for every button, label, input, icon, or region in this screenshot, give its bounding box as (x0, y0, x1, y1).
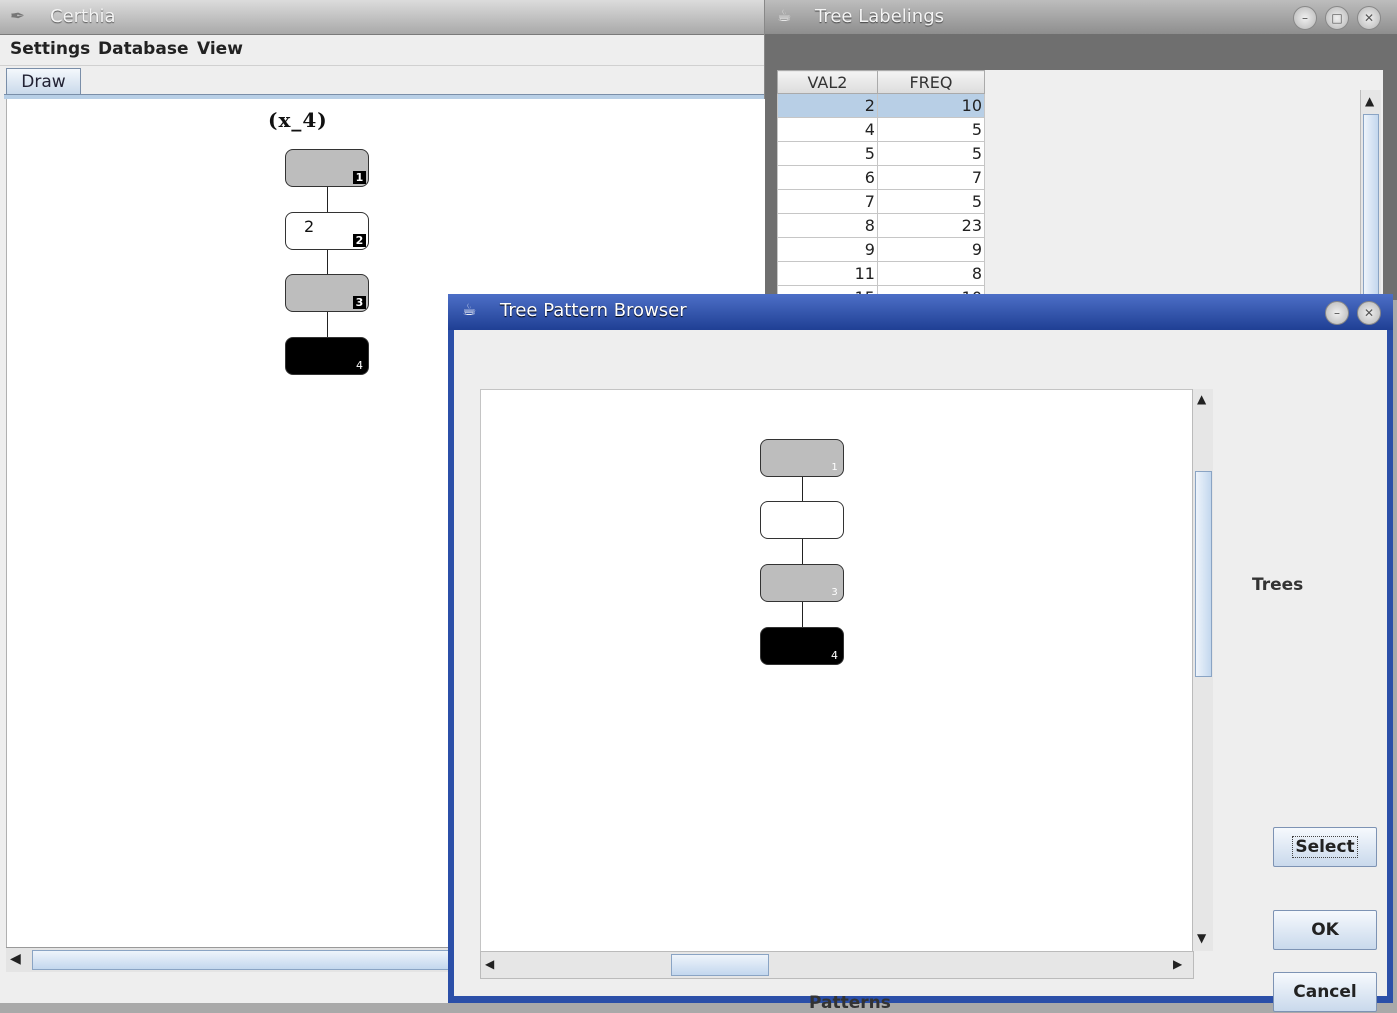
tree-edge (327, 187, 328, 212)
node-badge: 1 (831, 462, 838, 473)
menu-database[interactable]: Database (98, 39, 188, 59)
vertical-scrollbar[interactable]: ▲ (1360, 90, 1381, 302)
table-row[interactable]: 2 10 (777, 93, 986, 118)
trees-label: Trees (1252, 575, 1304, 595)
tree-pattern-browser-dialog: ☕ Tree Pattern Browser – ✕ 1 3 4 ▲ ▼ ◀ ▶… (448, 294, 1393, 1013)
table-cell: 7 (876, 165, 986, 190)
close-icon[interactable]: ✕ (1357, 301, 1381, 325)
window-title: Tree Pattern Browser (500, 300, 687, 321)
table-cell: 5 (777, 141, 878, 166)
table-cell: 23 (876, 213, 986, 238)
scroll-left-icon[interactable]: ◀ (10, 951, 21, 967)
table-cell: 9 (876, 237, 986, 262)
minimize-icon[interactable]: – (1293, 6, 1317, 30)
patterns-label: Patterns (809, 993, 891, 1013)
scroll-thumb[interactable] (671, 954, 769, 976)
pattern-node[interactable]: 3 (760, 564, 844, 602)
menu-settings[interactable]: Settings (10, 39, 90, 59)
select-button-label: Select (1292, 836, 1358, 858)
scroll-thumb[interactable] (32, 950, 474, 970)
node-badge: 2 (353, 234, 366, 247)
select-button[interactable]: Select (1273, 827, 1377, 867)
scroll-left-icon[interactable]: ◀ (485, 957, 494, 971)
table-cell: 7 (777, 189, 878, 214)
menu-bar: Settings Database View (0, 35, 764, 66)
node-badge: 3 (831, 587, 838, 598)
menu-view[interactable]: View (197, 39, 243, 59)
browser-titlebar[interactable]: ☕ Tree Pattern Browser – ✕ (448, 294, 1393, 330)
tree-node[interactable]: 3 (285, 274, 369, 312)
vertical-scrollbar[interactable]: ▲ ▼ (1192, 389, 1213, 951)
table-row[interactable]: 67 (777, 165, 986, 190)
column-header-freq[interactable]: FREQ (876, 70, 986, 94)
tree-labelings-window: ☕ Tree Labelings – □ ✕ VAL2 FREQ 2 10 45 … (765, 0, 1397, 310)
cancel-button[interactable]: Cancel (1273, 972, 1377, 1012)
tree-node[interactable]: 2 2 (285, 212, 369, 250)
table-cell: 8 (876, 261, 986, 286)
tree-edge (327, 312, 328, 337)
table-cell: 6 (777, 165, 878, 190)
table-row[interactable]: 45 (777, 117, 986, 142)
node-badge: 1 (353, 171, 366, 184)
pattern-node[interactable]: 1 (760, 439, 844, 477)
tree-edge (802, 477, 803, 502)
tab-draw[interactable]: Draw (6, 68, 81, 95)
tree-edge (802, 601, 803, 627)
feather-app-icon: ✒ (10, 6, 26, 27)
window-title: Tree Labelings (815, 6, 944, 27)
minimize-icon[interactable]: – (1325, 301, 1349, 325)
ok-button[interactable]: OK (1273, 910, 1377, 950)
tree-edge (327, 249, 328, 274)
table-row[interactable]: 8 23 (777, 213, 986, 238)
tree-node[interactable]: 4 (285, 337, 369, 375)
scroll-thumb[interactable] (1363, 114, 1379, 302)
table-cell: 5 (876, 141, 986, 166)
node-badge: 4 (356, 359, 363, 372)
scroll-thumb[interactable] (1195, 471, 1212, 677)
column-header-val2[interactable]: VAL2 (777, 70, 878, 94)
close-icon[interactable]: ✕ (1357, 6, 1381, 30)
table-cell: 2 (777, 93, 878, 118)
scroll-right-icon[interactable]: ▶ (1173, 957, 1182, 971)
table-row[interactable]: 11 8 (777, 261, 986, 286)
labelings-table: VAL2 FREQ 210 45 55 67 75 823 99 118 151… (777, 70, 986, 310)
table-row[interactable]: 75 (777, 189, 986, 214)
java-app-icon: ☕ (777, 6, 792, 25)
pattern-node[interactable] (760, 501, 844, 539)
table-cell: 9 (777, 237, 878, 262)
scroll-up-icon[interactable]: ▲ (1197, 392, 1206, 406)
certhia-titlebar[interactable]: ✒ Certhia (0, 0, 764, 35)
table-cell: 10 (876, 93, 986, 118)
table-cell: 11 (777, 261, 878, 286)
browser-body: 1 3 4 ▲ ▼ ◀ ▶ Patterns Trees Select OK C… (454, 330, 1387, 1013)
pattern-node[interactable]: 4 (760, 627, 844, 665)
scroll-down-icon[interactable]: ▼ (1197, 931, 1206, 945)
node-label: 2 (304, 217, 315, 236)
java-app-icon: ☕ (462, 300, 477, 319)
tree-node[interactable]: 1 (285, 149, 369, 187)
scroll-up-icon[interactable]: ▲ (1365, 94, 1374, 108)
table-cell: 8 (777, 213, 878, 238)
tree-title: (x_4) (268, 108, 328, 132)
window-title: Certhia (50, 6, 116, 27)
node-badge: 3 (353, 296, 366, 309)
labelings-titlebar[interactable]: ☕ Tree Labelings – □ ✕ (765, 0, 1397, 34)
table-cell: 4 (777, 117, 878, 142)
table-cell: 5 (876, 117, 986, 142)
table-row[interactable]: 99 (777, 237, 986, 262)
node-badge: 4 (831, 649, 838, 662)
table-row[interactable]: 55 (777, 141, 986, 166)
horizontal-scrollbar[interactable]: ◀ ▶ (480, 951, 1194, 979)
patterns-canvas[interactable]: 1 3 4 (480, 389, 1194, 953)
maximize-icon[interactable]: □ (1325, 6, 1349, 30)
table-cell: 5 (876, 189, 986, 214)
tree-edge (802, 539, 803, 564)
